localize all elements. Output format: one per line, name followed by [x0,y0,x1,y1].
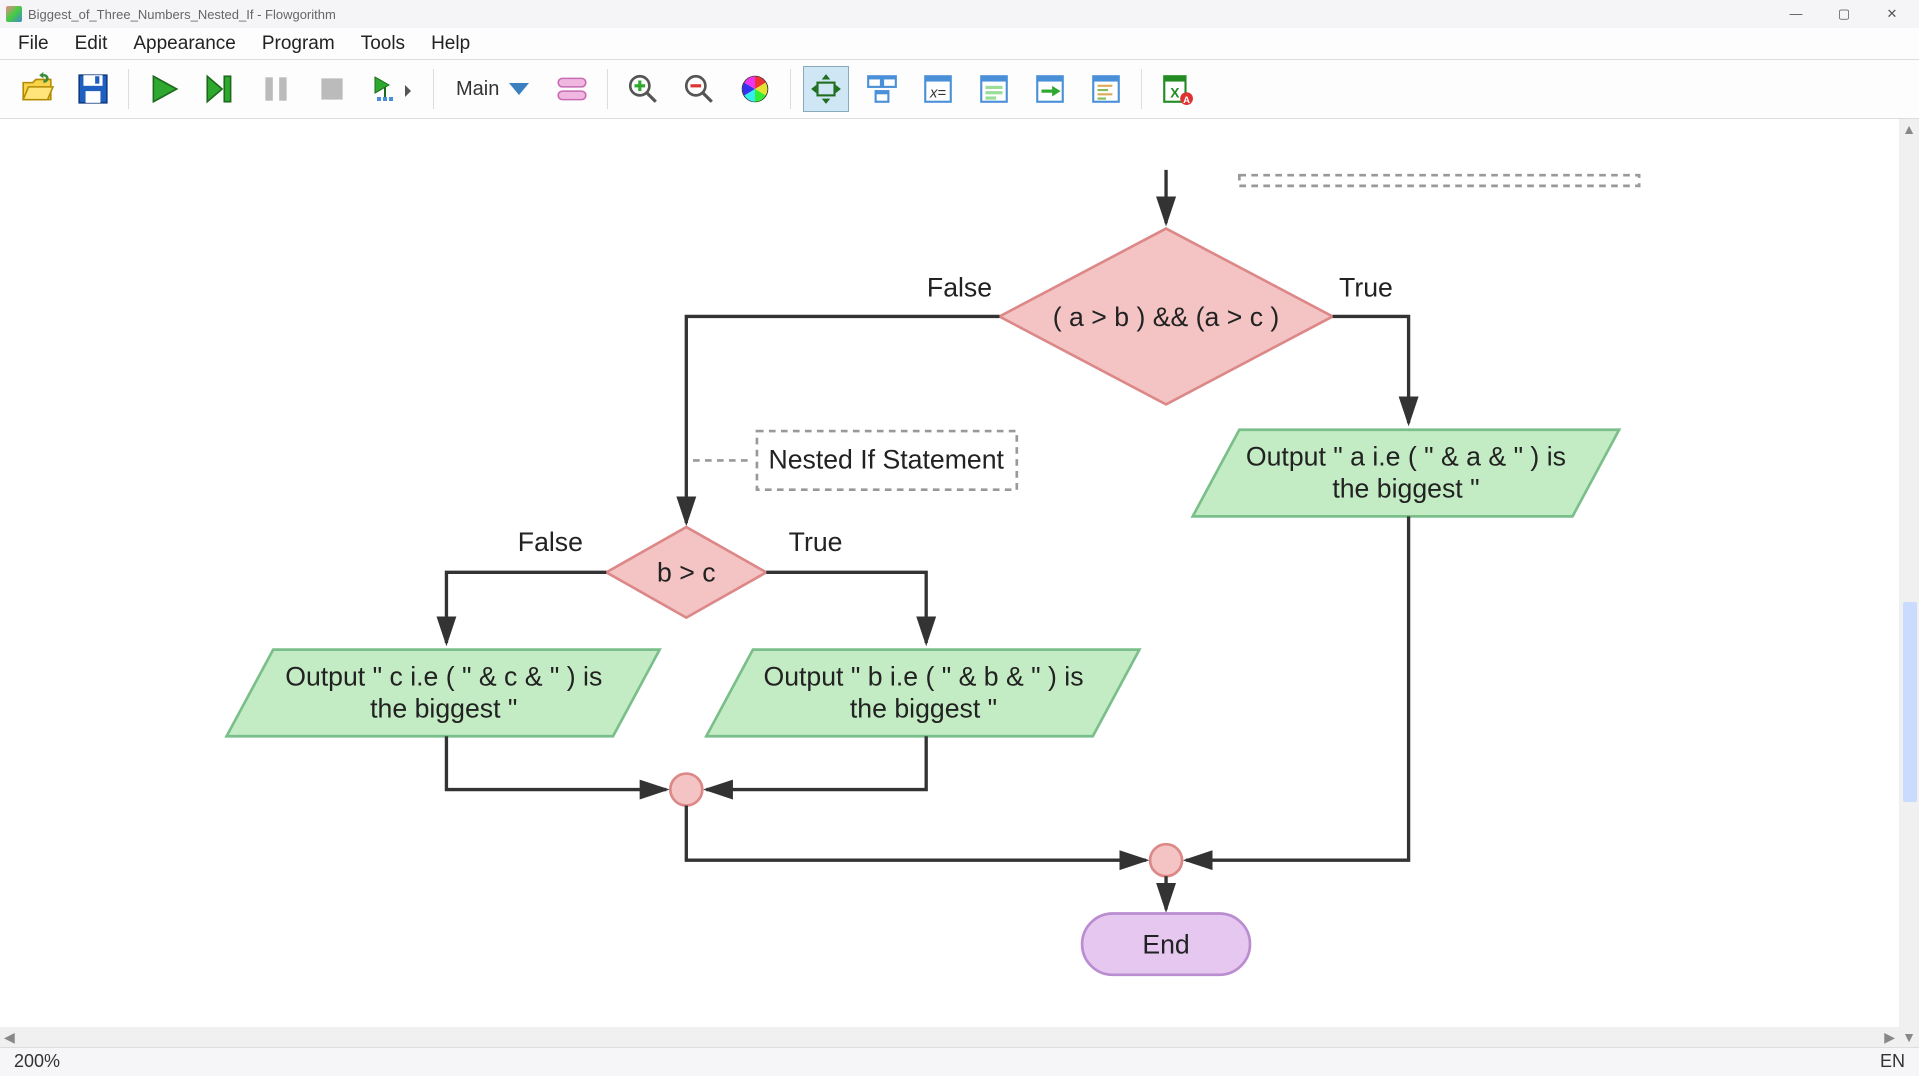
status-bar: 200% EN [0,1047,1919,1075]
decision2-text: b > c [657,558,716,588]
svg-text:A: A [1183,95,1190,106]
scroll-down-icon[interactable]: ▼ [1898,1027,1919,1047]
pause-button[interactable] [253,66,299,112]
stop-button[interactable] [309,66,355,112]
zoom-in-icon [626,72,660,106]
out-a-line1: Output " a i.e ( " & a & " ) is [1246,442,1566,472]
capsule-icon [555,72,589,106]
menu-edit[interactable]: Edit [75,33,108,55]
toolbar: Main [0,60,1919,119]
fit-icon [809,72,843,106]
windows-icon [865,72,899,106]
console-icon [977,72,1011,106]
zoom-in-button[interactable] [620,66,666,112]
out-a-line2: the biggest " [1332,474,1479,504]
add-function-button[interactable] [549,66,595,112]
connector-node-1[interactable] [1150,844,1182,876]
save-icon [76,72,110,106]
export-file-button[interactable]: X A [1154,66,1200,112]
run-button[interactable] [141,66,187,112]
function-name: Main [456,78,499,101]
dec2-true-label: True [789,527,843,557]
minimize-button[interactable]: — [1781,6,1811,22]
console-button[interactable] [971,66,1017,112]
source-code-button[interactable] [1083,66,1129,112]
zoom-level: 200% [14,1051,60,1072]
out-c-line1: Output " c i.e ( " & c & " ) is [285,662,602,692]
dec2-false-label: False [518,527,583,557]
menu-program[interactable]: Program [262,33,335,55]
dec1-true-label: True [1339,272,1393,302]
stop-icon [315,72,349,106]
color-scheme-button[interactable] [732,66,778,112]
folder-open-icon [20,72,54,106]
app-icon [6,6,22,22]
play-icon [147,72,181,106]
out-b-line1: Output " b i.e ( " & b & " ) is [763,662,1083,692]
vertical-scrollbar[interactable]: ▲ ▼ [1899,119,1919,1047]
function-selector[interactable]: Main [446,78,539,101]
close-button[interactable]: ✕ [1877,6,1907,22]
flowchart: ( a > b ) && (a > c ) False True Output … [0,119,1919,1047]
connector-node-2[interactable] [670,774,702,806]
export-icon [1033,72,1067,106]
source-icon [1089,72,1123,106]
menu-appearance[interactable]: Appearance [133,33,235,55]
menu-file[interactable]: File [18,33,49,55]
chevron-down-icon [509,83,529,95]
title-bar: Biggest_of_Three_Numbers_Nested_If - Flo… [0,0,1919,28]
step-button[interactable] [197,66,243,112]
open-button[interactable] [14,66,60,112]
comment-text: Nested If Statement [768,444,1004,474]
out-c-line2: the biggest " [370,694,517,724]
scroll-up-icon[interactable]: ▲ [1898,119,1919,139]
layout-auto-button[interactable] [803,66,849,112]
variable-watch-button[interactable]: x= [915,66,961,112]
scroll-left-icon[interactable]: ◀ [0,1027,19,1048]
run-to-icon [371,72,415,106]
menu-bar: File Edit Appearance Program Tools Help [0,28,1919,60]
svg-text:x=: x= [929,86,946,102]
save-button[interactable] [70,66,116,112]
end-text: End [1142,929,1189,959]
out-b-line2: the biggest " [850,694,997,724]
scroll-right-icon[interactable]: ▶ [1880,1027,1899,1048]
variable-icon: x= [921,72,955,106]
zoom-out-icon [682,72,716,106]
horizontal-scrollbar[interactable]: ◀ ▶ [0,1027,1899,1047]
export-button[interactable] [1027,66,1073,112]
zoom-out-button[interactable] [676,66,722,112]
pause-icon [259,72,293,106]
maximize-button[interactable]: ▢ [1829,6,1859,22]
layout-windows-button[interactable] [859,66,905,112]
excel-icon: X A [1160,72,1194,106]
run-to-button[interactable] [365,66,421,112]
color-wheel-icon [738,72,772,106]
scroll-thumb[interactable] [1903,602,1917,802]
window-title: Biggest_of_Three_Numbers_Nested_If - Flo… [28,7,1781,22]
dec1-false-label: False [927,272,992,302]
flowchart-canvas[interactable]: ( a > b ) && (a > c ) False True Output … [0,119,1919,1047]
step-icon [203,72,237,106]
decision1-text: ( a > b ) && (a > c ) [1053,302,1280,332]
menu-tools[interactable]: Tools [361,33,405,55]
menu-help[interactable]: Help [431,33,470,55]
language-indicator: EN [1880,1051,1905,1072]
svg-text:X: X [1171,85,1181,101]
